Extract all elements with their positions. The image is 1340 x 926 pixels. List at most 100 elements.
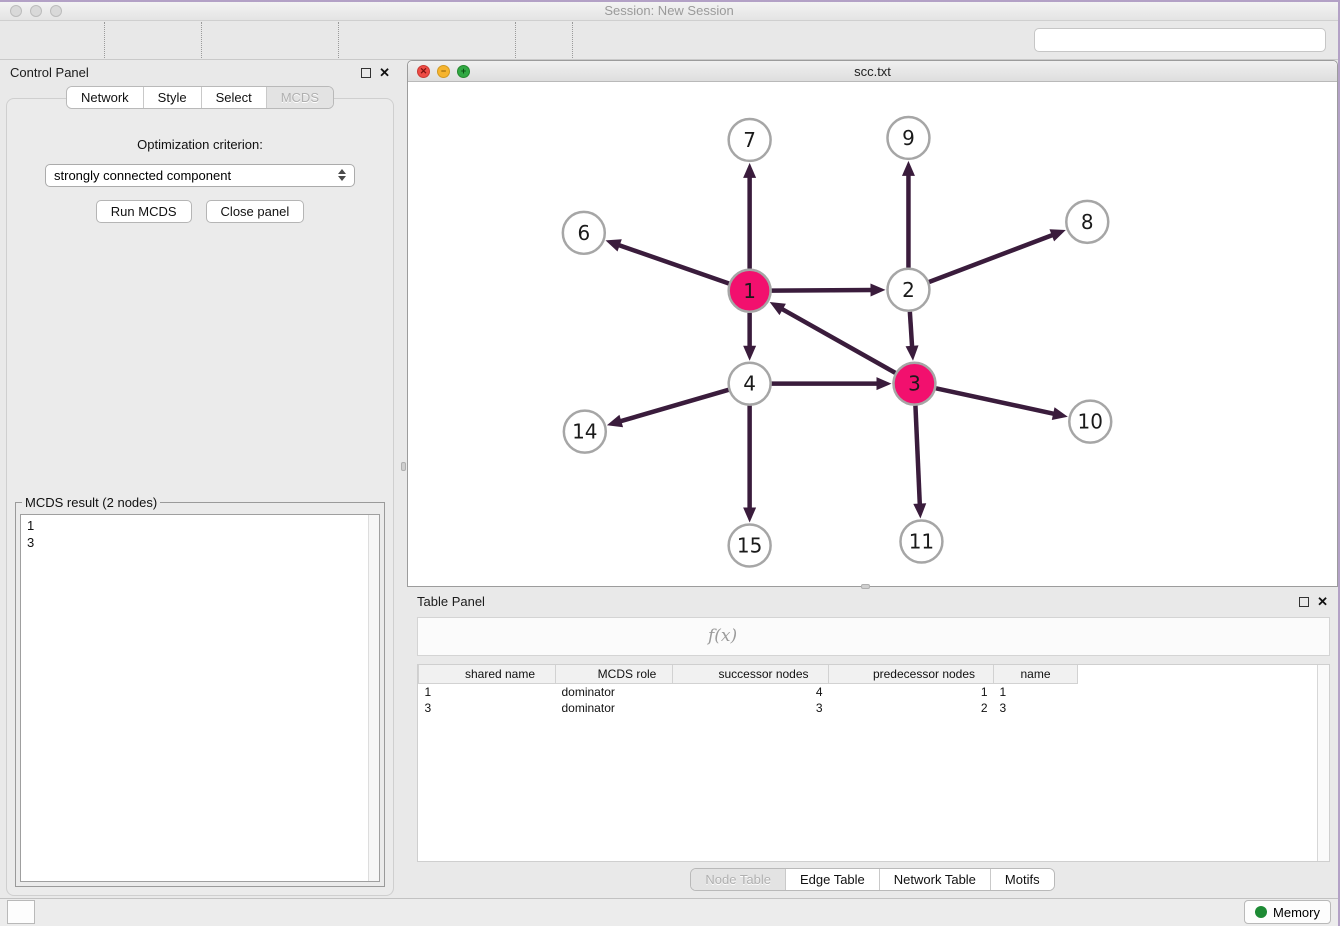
close-panel-icon[interactable]: ✕ [379,66,390,79]
tab-edge-table[interactable]: Edge Table [785,869,879,890]
open-session-button[interactable] [19,24,53,56]
empty-header [1078,665,1318,684]
create-column-button[interactable] [588,623,614,649]
search-input[interactable] [1060,33,1215,47]
network-window-title: scc.txt [408,64,1337,79]
network-window-titlebar[interactable]: ✕ − + scc.txt [408,61,1337,83]
column-header-successor-nodes[interactable]: successor nodes [673,665,829,684]
float-table-panel-icon[interactable] [1299,597,1309,607]
export-image-button[interactable] [293,24,327,56]
unselect-all-columns-button[interactable] [548,623,574,649]
tab-mcds[interactable]: MCDS [266,87,333,108]
result-scrollbar[interactable] [368,515,379,881]
close-table-panel-icon[interactable]: ✕ [1317,595,1328,608]
column-header-name[interactable]: name [994,665,1078,684]
graph-arrowhead-4-3 [876,378,891,391]
search-box [1034,28,1326,52]
mcds-result-title: MCDS result (2 nodes) [22,495,160,510]
graph-node-label-3: 3 [908,372,921,396]
run-mcds-button[interactable]: Run MCDS [96,200,192,223]
hide-unselected-button[interactable] [664,24,698,56]
window-title: Session: New Session [0,3,1338,18]
graph-edge-2-8[interactable] [929,235,1054,282]
control-panel-tabs: Network Style Select MCDS [66,86,334,109]
graph-edge-2-3[interactable] [910,312,912,348]
tab-node-table[interactable]: Node Table [691,869,785,890]
table-row[interactable]: 3 dominator 3 2 3 [419,700,1318,716]
clone-network-button[interactable] [584,24,618,56]
table-settings-button[interactable] [428,623,454,649]
select-all-columns-button[interactable] [508,623,534,649]
criterion-selected-value: strongly connected component [54,168,338,183]
column-header-mcds-role[interactable]: MCDS role [556,665,673,684]
table-header-row: shared name MCDS role successor nodes [419,665,1318,684]
table-toolbar: f(x) [417,617,1330,656]
tab-motifs[interactable]: Motifs [990,869,1054,890]
status-bar: Memory [0,898,1338,926]
float-panel-icon[interactable] [361,68,371,78]
tab-network-table[interactable]: Network Table [879,869,990,890]
table-scrollbar[interactable] [1317,665,1329,861]
graph-edge-1-2[interactable] [772,290,873,291]
graph-node-label-11: 11 [909,530,934,554]
tab-network[interactable]: Network [67,87,143,108]
result-item: 1 [27,517,362,534]
graph-node-label-6: 6 [577,221,590,245]
node-table: shared name MCDS role successor nodes [417,664,1330,862]
graph-node-label-15: 15 [737,534,762,558]
network-view-window: ✕ − + scc.txt 7968124314101511 [407,60,1338,587]
mcds-result-box: MCDS result (2 nodes) 1 3 [15,495,385,887]
memory-status-icon [1255,906,1267,918]
graph-node-label-9: 9 [902,126,915,150]
graph-arrowhead-3-11 [913,504,926,519]
table-row[interactable]: 1 dominator 4 1 1 [419,684,1318,700]
delete-table-button[interactable] [668,623,694,649]
graph-arrowhead-4-15 [743,508,756,523]
import-network-button[interactable] [116,24,150,56]
network-canvas[interactable]: 7968124314101511 [408,82,1337,585]
graph-arrowhead-1-4 [743,346,756,361]
apply-layout-button[interactable] [527,24,561,56]
export-table-button[interactable] [253,24,287,56]
splitter-handle[interactable] [401,462,406,471]
export-network-button[interactable] [213,24,247,56]
graph-edge-3-11[interactable] [915,406,919,506]
graph-edge-1-6[interactable] [618,245,729,284]
task-history-button[interactable] [7,900,35,924]
graph-edge-3-1[interactable] [781,309,895,373]
function-builder-button[interactable]: f(x) [708,623,737,649]
show-hidden-button[interactable] [704,24,738,56]
graph-node-label-4: 4 [743,372,756,396]
show-all-networks-button[interactable] [624,24,658,56]
column-header-shared-name[interactable]: shared name [419,665,556,684]
graph-node-label-1: 1 [743,279,756,303]
graph-node-label-8: 8 [1081,210,1094,234]
tab-select[interactable]: Select [201,87,266,108]
zoom-out-button[interactable] [390,24,424,56]
graph-arrowhead-1-6 [606,240,622,252]
criterion-select[interactable]: strongly connected component [45,164,355,187]
graph-node-label-2: 2 [902,278,915,302]
zoom-selected-button[interactable] [470,24,504,56]
save-session-button[interactable] [59,24,93,56]
import-table-button[interactable] [156,24,190,56]
toggle-panes-button[interactable] [468,623,494,649]
control-panel: Control Panel ✕ Network Style Select MCD… [0,60,400,898]
close-panel-button[interactable]: Close panel [206,200,305,223]
titlebar: Session: New Session [0,2,1338,21]
column-header-predecessor-nodes[interactable]: predecessor nodes [829,665,994,684]
mcds-result-list[interactable]: 1 3 [21,515,368,881]
memory-button[interactable]: Memory [1244,900,1331,924]
delete-columns-button[interactable] [628,623,654,649]
graph-arrowhead-1-7 [743,163,756,178]
graph-edge-4-14[interactable] [619,390,728,422]
zoom-in-button[interactable] [350,24,384,56]
memory-label: Memory [1273,905,1320,920]
graph-edge-3-10[interactable] [936,389,1055,415]
zoom-fit-button[interactable] [430,24,464,56]
graph-arrowhead-1-2 [870,284,885,297]
tab-style[interactable]: Style [143,87,201,108]
splitter-handle[interactable] [861,584,870,589]
graph-node-label-10: 10 [1078,410,1103,434]
network-graph[interactable]: 7968124314101511 [408,82,1337,585]
